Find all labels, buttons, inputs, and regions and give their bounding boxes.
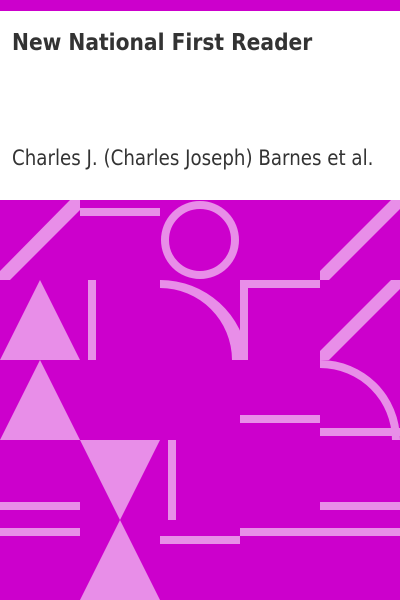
horizontal-bar	[240, 528, 320, 536]
horizontal-bar	[0, 502, 80, 510]
horizontal-bar	[80, 208, 160, 216]
horizontal-bar	[320, 528, 400, 536]
horizontal-bar	[320, 428, 400, 436]
book-title: New National First Reader	[12, 30, 313, 56]
book-author: Charles J. (Charles Joseph) Barnes et al…	[12, 146, 374, 170]
horizontal-bar	[0, 528, 80, 536]
geometric-pattern-icon	[0, 200, 400, 600]
l-shape-vertical	[240, 280, 248, 360]
horizontal-bar	[160, 536, 240, 544]
vertical-bar	[168, 440, 176, 520]
book-cover: New National First Reader Charles J. (Ch…	[0, 0, 400, 600]
horizontal-bar	[320, 502, 400, 510]
horizontal-bar	[240, 415, 320, 423]
top-accent-band	[0, 0, 400, 11]
vertical-bar	[88, 280, 96, 360]
l-shape-horizontal	[240, 280, 320, 288]
